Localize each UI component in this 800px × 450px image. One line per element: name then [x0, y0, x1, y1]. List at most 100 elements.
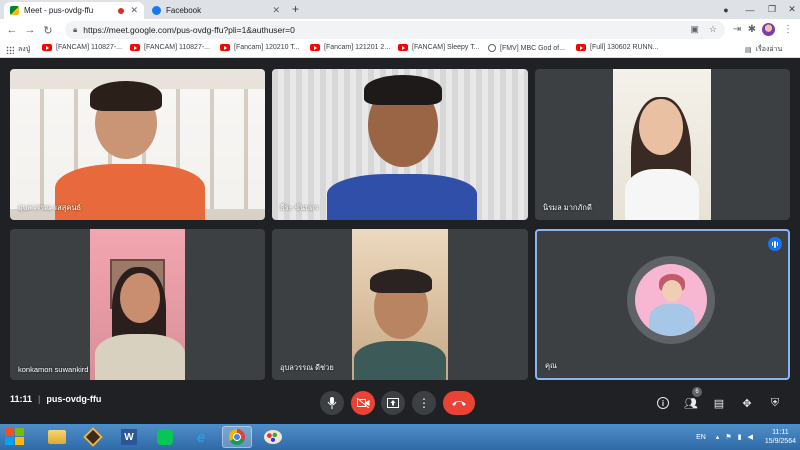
participant-video	[613, 69, 711, 220]
participant-tile[interactable]: อุบลวรรณ รสสุคนธ์	[10, 69, 265, 220]
chat-button[interactable]: ▤	[711, 395, 727, 411]
present-icon	[387, 398, 399, 408]
bookmark-label: [Fancam] 120210 T...	[234, 44, 300, 51]
internet-explorer-icon[interactable]: e	[186, 426, 216, 448]
new-tab-icon[interactable]: +	[292, 2, 299, 16]
language-indicator[interactable]: EN	[696, 434, 706, 441]
reading-list-icon: ▤	[745, 46, 752, 54]
participant-video	[10, 69, 265, 220]
windows-taskbar: W e EN ▴ ⚑ ▮ ◀ 11:11 15/9/2564	[0, 424, 800, 450]
bookmark-item[interactable]: [Fancam] 121201 2...	[310, 44, 390, 51]
chrome-icon[interactable]	[222, 426, 252, 448]
meeting-separator: |	[38, 394, 41, 404]
bookmark-item[interactable]: [FANCAM] 110827-...	[130, 44, 210, 51]
back-icon[interactable]: ←	[4, 22, 20, 38]
reload-icon[interactable]: ↻	[40, 22, 56, 38]
profile-avatar[interactable]	[762, 23, 775, 36]
shield-icon: ⛨	[770, 396, 780, 409]
tab-meet[interactable]: Meet - pus-ovdg-ffu ✕	[4, 2, 144, 19]
participant-name: อุบลวรรณ รสสุคนธ์	[18, 203, 82, 212]
bookmark-label: [FANCAM] 110827-...	[144, 44, 211, 51]
clock[interactable]: 11:11 15/9/2564	[765, 428, 796, 446]
bookmark-label: [Fancam] 121201 2...	[324, 44, 391, 51]
meeting-code: pus-ovdg-ffu	[46, 394, 102, 404]
bookmark-label: [FANCAM] Sleepy T...	[412, 44, 480, 51]
bookmark-item[interactable]: [FANCAM] Sleepy T...	[398, 44, 480, 51]
tab-facebook[interactable]: Facebook ✕	[146, 2, 286, 19]
start-button[interactable]	[4, 427, 26, 447]
close-window-icon[interactable]: ✕	[780, 0, 800, 19]
tab-search-icon[interactable]: ●	[714, 0, 738, 19]
google-meet-icon	[10, 6, 19, 15]
microphone-button[interactable]	[320, 391, 344, 415]
participant-tile[interactable]: นิรมล มากภักดี	[535, 69, 790, 220]
network-icon[interactable]: ▮	[738, 433, 742, 441]
meeting-info-button[interactable]: i	[655, 395, 671, 411]
chat-icon: ▤	[713, 397, 725, 410]
bookmark-label: [FANCAM] 110827-...	[56, 44, 123, 51]
info-icon: i	[657, 397, 669, 409]
menu-icon[interactable]: ⋮	[781, 22, 795, 36]
hang-up-icon	[452, 401, 466, 406]
present-button[interactable]	[381, 391, 405, 415]
meeting-details: 11:11 | pus-ovdg-ffu	[10, 394, 101, 404]
address-bar[interactable]: 🔒︎ https://meet.google.com/pus-ovdg-ffu?…	[65, 21, 725, 39]
bookmark-item[interactable]: [FMV] MBC God of...	[488, 44, 565, 52]
more-options-button[interactable]: ⋮	[412, 391, 436, 415]
microphone-icon	[327, 397, 337, 409]
host-controls-button[interactable]: ⛨	[767, 395, 783, 411]
participant-name: คุณ	[545, 361, 557, 370]
browser-tab-strip: Meet - pus-ovdg-ffu ✕ Facebook ✕ + ● — ❐…	[0, 0, 800, 19]
lock-icon: 🔒︎	[73, 25, 78, 34]
youtube-icon	[42, 44, 52, 51]
url-text: https://meet.google.com/pus-ovdg-ffu?pli…	[83, 25, 295, 35]
avatar	[635, 264, 707, 336]
people-button[interactable]: 👥︎	[683, 395, 699, 411]
show-hidden-icons-icon[interactable]: ▴	[716, 433, 720, 441]
system-tray: EN ▴ ⚑ ▮ ◀ 11:11 15/9/2564	[696, 424, 796, 450]
close-tab-icon[interactable]: ✕	[130, 5, 138, 16]
participant-tile[interactable]: konkamon suwankird	[10, 229, 265, 380]
leave-call-button[interactable]	[443, 391, 475, 415]
extensions-icon[interactable]: ✱	[745, 22, 759, 36]
reading-list[interactable]: ▤ เรื่องอ่าน	[745, 44, 782, 55]
recording-indicator-icon	[118, 7, 125, 14]
clock-time: 11:11	[772, 429, 789, 436]
media-player-icon[interactable]	[78, 426, 108, 448]
participant-video	[352, 229, 448, 380]
forward-icon[interactable]: →	[22, 22, 38, 38]
tab-title: Meet - pus-ovdg-ffu	[24, 6, 94, 15]
cast-icon[interactable]: ⇥	[730, 22, 744, 36]
action-center-icon[interactable]: ⚑	[725, 433, 731, 441]
youtube-icon	[220, 44, 230, 51]
participant-tile-self[interactable]: คุณ	[535, 229, 790, 380]
bookmark-item[interactable]: [Full] 130602 RUNN...	[576, 44, 658, 51]
paint-icon[interactable]	[258, 426, 288, 448]
close-tab-icon[interactable]: ✕	[272, 5, 280, 16]
participant-video	[90, 229, 185, 380]
participant-name: ธีระ ขันบดร	[280, 203, 319, 212]
reading-list-label: เรื่องอ่าน	[755, 46, 783, 53]
bookmark-item[interactable]: [FANCAM] 110827-...	[42, 44, 122, 51]
globe-icon	[488, 44, 496, 52]
camera-off-icon	[356, 398, 369, 408]
participant-video	[272, 69, 528, 220]
bookmark-item[interactable]: ลงปู่	[6, 44, 30, 55]
bookmark-star-icon[interactable]: ☆	[709, 24, 717, 35]
participant-tile[interactable]: ธีระ ขันบดร	[272, 69, 528, 220]
volume-icon[interactable]: ◀	[747, 433, 752, 441]
word-icon[interactable]: W	[114, 426, 144, 448]
file-explorer-icon[interactable]	[42, 426, 72, 448]
youtube-icon	[576, 44, 586, 51]
bookmarks-bar: ลงปู่ [FANCAM] 110827-... [FANCAM] 11082…	[0, 41, 800, 58]
minimize-icon[interactable]: —	[738, 0, 762, 19]
meeting-time: 11:11	[10, 394, 33, 404]
activities-button[interactable]: ✥	[739, 395, 755, 411]
participant-name: konkamon suwankird	[18, 365, 89, 374]
line-icon[interactable]	[150, 426, 180, 448]
bookmark-item[interactable]: [Fancam] 120210 T...	[220, 44, 300, 51]
meet-stage: อุบลวรรณ รสสุคนธ์ ธีระ ขันบดร นิรมล มากภ…	[0, 58, 800, 424]
camera-off-button[interactable]	[351, 391, 375, 415]
participant-tile[interactable]: อุบลวรรณ ดีช่วย	[272, 229, 528, 380]
camera-in-use-icon[interactable]: ▣	[690, 24, 699, 35]
